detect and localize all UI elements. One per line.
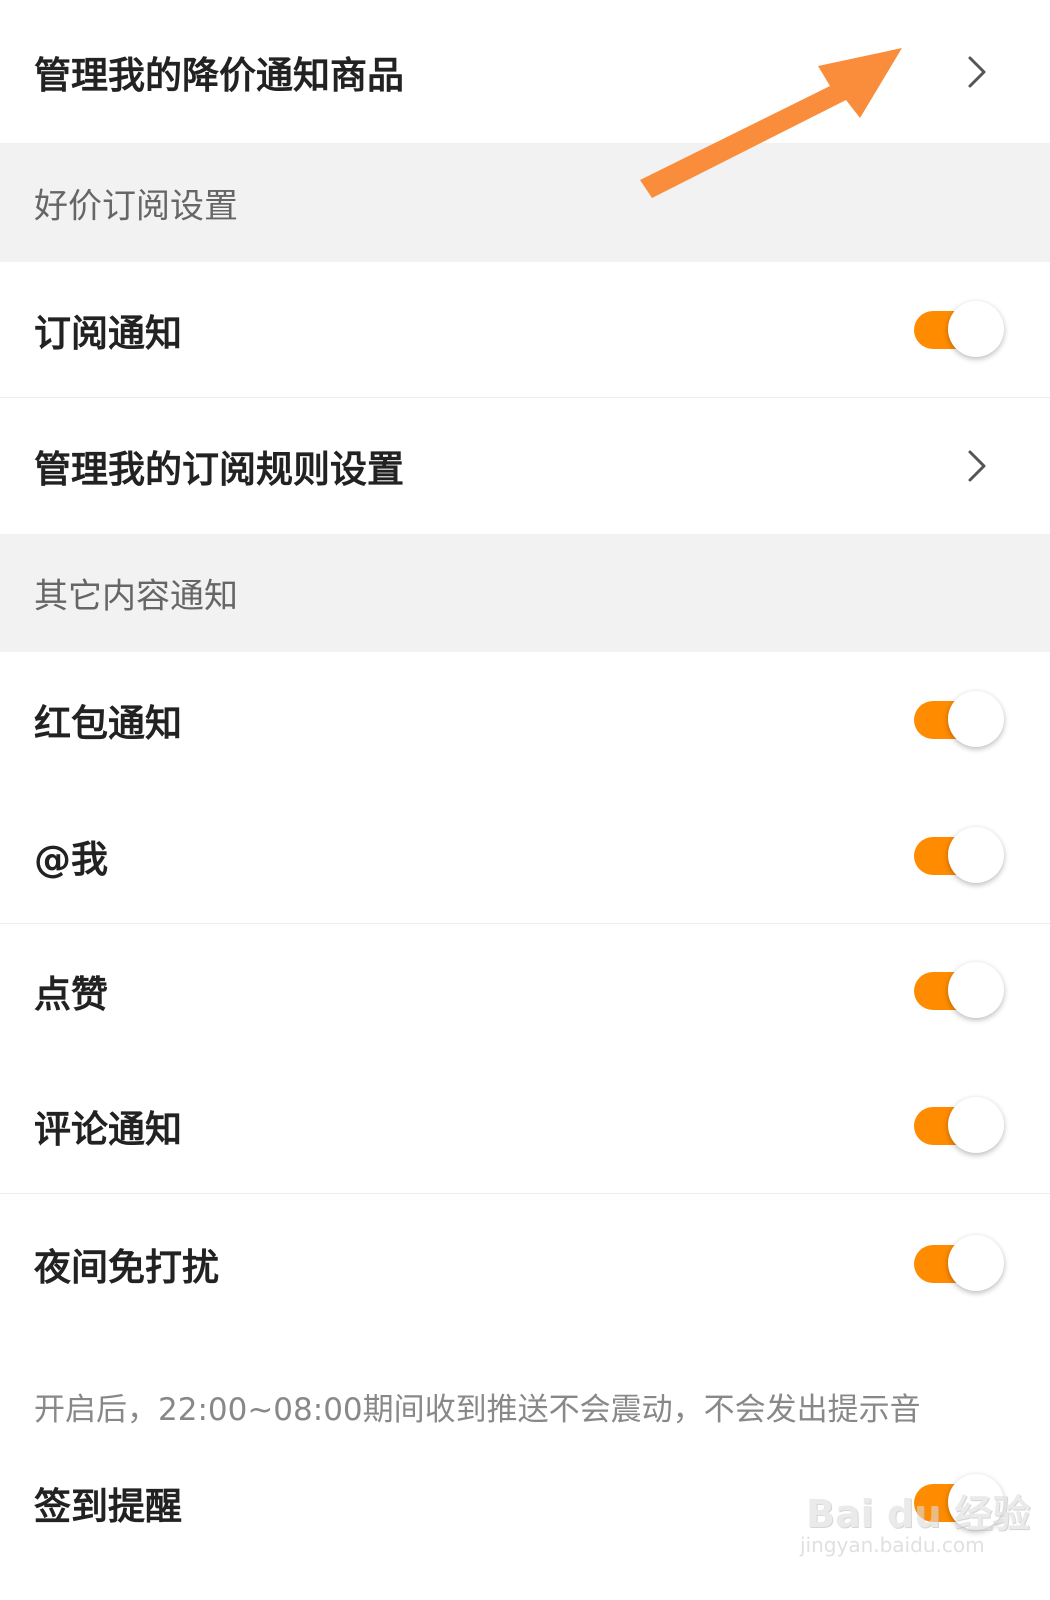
section-other-content-title: 其它内容通知 [34,576,238,617]
night-dnd-description: 开启后，22:00~08:00期间收到推送不会震动，不会发出提示音 [34,1392,921,1428]
section-other-content: 其它内容通知 [0,534,1050,652]
red-packet-label: 红包通知 [34,702,182,745]
night-dnd-toggle[interactable] [914,1233,1006,1295]
arrow-annotation-icon [640,48,902,198]
section-good-price-title: 好价订阅设置 [34,186,238,226]
watermark-text: Bai du 经验 [806,1492,1031,1536]
subscription-rules-row[interactable]: 管理我的订阅规则设置 [0,398,1050,534]
checkin-reminder-label: 签到提醒 [34,1484,182,1528]
night-dnd-row: 夜间免打扰 [0,1194,1050,1334]
chevron-right-icon [968,450,986,482]
likes-label: 点赞 [34,973,108,1016]
mention-toggle[interactable] [914,825,1006,887]
comments-toggle[interactable] [914,1095,1006,1157]
toggle-knob [948,962,1004,1018]
mention-row: @我 [0,788,1050,924]
comments-label: 评论通知 [34,1108,182,1151]
watermark-subtext: jingyan.baidu.com [800,1533,985,1557]
subscription-rules-label: 管理我的订阅规则设置 [34,448,404,491]
red-packet-toggle[interactable] [914,689,1006,751]
baidu-watermark: Bai du 经验 jingyan.baidu.com [800,1465,1030,1575]
comments-row: 评论通知 [0,1058,1050,1194]
toggle-knob [948,1097,1004,1153]
toggle-knob [948,691,1004,747]
chevron-right-icon [968,56,986,87]
toggle-knob [948,827,1004,883]
subscription-notify-toggle[interactable] [914,299,1006,361]
toggle-knob [948,1235,1004,1291]
price-drop-manage-label: 管理我的降价通知商品 [34,53,404,97]
night-dnd-label: 夜间免打扰 [34,1246,219,1289]
red-packet-row: 红包通知 [0,652,1050,788]
subscription-notify-label: 订阅通知 [34,312,182,355]
mention-label: @我 [34,838,108,881]
likes-row: 点赞 [0,924,1050,1058]
toggle-knob [948,301,1004,357]
subscription-notify-row: 订阅通知 [0,262,1050,398]
likes-toggle[interactable] [914,960,1006,1022]
